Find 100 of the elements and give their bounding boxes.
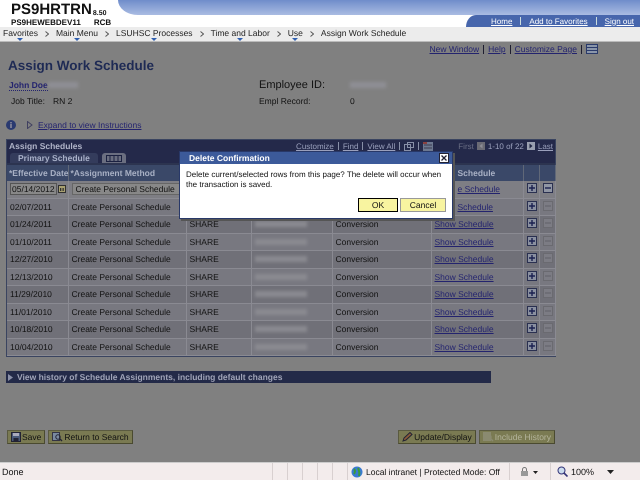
- table-cell: Create Personal Schedule: [72, 202, 171, 212]
- add-row-icon[interactable]: [526, 183, 536, 194]
- table-cell: Create Personal Schedule: [72, 272, 171, 282]
- date-input[interactable]: 05/14/2012: [10, 183, 57, 196]
- expand-arrow-icon: [8, 374, 13, 380]
- page-button[interactable]: Update/Display: [398, 430, 476, 444]
- zoom-icon: [557, 466, 568, 477]
- pencil-icon: [402, 432, 414, 442]
- grid-tab[interactable]: Primary Schedule: [10, 153, 98, 163]
- previous-icon[interactable]: [476, 142, 485, 150]
- table-cell: SHARE: [190, 324, 219, 334]
- user-id: RCB: [94, 18, 112, 27]
- expand-arrow-icon[interactable]: [27, 121, 33, 129]
- separator: [362, 142, 364, 150]
- grid-title: Assign Schedules: [9, 141, 82, 151]
- add-row-icon[interactable]: [526, 218, 536, 228]
- first-link[interactable]: First: [458, 142, 474, 150]
- search-icon: [52, 432, 64, 442]
- table-cell: Create Personal Schedule: [72, 236, 171, 247]
- security-zone: Local intranet | Protected Mode: Off: [366, 466, 500, 476]
- page-button[interactable]: Save: [7, 430, 46, 444]
- header-link[interactable]: Home: [491, 16, 512, 26]
- table-cell: Conversion: [336, 289, 378, 300]
- table-cell: Create Personal Schedule: [72, 289, 171, 300]
- new-window-icon[interactable]: [404, 142, 414, 150]
- server-name: PS9HEWEBDEV11: [11, 18, 81, 27]
- separator: [510, 44, 511, 54]
- next-icon[interactable]: [526, 142, 535, 150]
- table-cell: SHARE: [190, 289, 219, 300]
- page-button[interactable]: Return to Search: [48, 430, 133, 444]
- chevron-icon: [200, 31, 204, 37]
- grid-tool-link[interactable]: Customize: [296, 142, 334, 150]
- instructions-link[interactable]: Expand to view Instructions: [38, 120, 142, 130]
- dialog-button[interactable]: OK: [358, 198, 398, 212]
- table-cell: Conversion: [336, 306, 378, 317]
- column-header: *Effective Date: [7, 165, 68, 181]
- grid-tool-link[interactable]: Find: [342, 142, 358, 150]
- add-row-icon[interactable]: [526, 253, 536, 264]
- table-cell: Conversion: [336, 272, 378, 282]
- table-cell: 10/04/2010: [10, 342, 53, 352]
- breadcrumb-item[interactable]: Assign Work Schedule: [320, 28, 406, 40]
- table-cell: SHARE: [190, 272, 219, 282]
- show-all-columns-tab[interactable]: [102, 153, 126, 163]
- table-cell: Conversion: [336, 254, 378, 264]
- system-name: PS9HRTRN: [11, 2, 92, 18]
- table-cell: Create Personal Schedule: [72, 254, 171, 264]
- header-link[interactable]: Add to Favorites: [529, 16, 588, 26]
- lock-dropdown-icon[interactable]: [520, 466, 540, 476]
- download-icon[interactable]: [423, 142, 434, 150]
- delete-row-icon[interactable]: [542, 183, 552, 194]
- chevron-icon: [310, 31, 314, 37]
- add-row-icon[interactable]: [526, 306, 536, 316]
- field-value: RN 2: [53, 96, 72, 106]
- table-cell: Create Personal Schedule: [72, 306, 171, 317]
- table-cell: 10/18/2010: [10, 324, 53, 334]
- page-link[interactable]: Help: [488, 44, 506, 54]
- dialog-button[interactable]: Cancel: [400, 198, 446, 212]
- table-cell: Conversion: [336, 219, 378, 230]
- table-cell: Conversion: [336, 236, 378, 247]
- add-row-icon[interactable]: [526, 236, 536, 246]
- page-link[interactable]: New Window: [430, 44, 480, 54]
- table-cell: SHARE: [190, 306, 219, 317]
- page-link[interactable]: Customize Page: [514, 44, 577, 54]
- table-cell: 01/10/2011: [10, 236, 52, 247]
- table-cell: 01/24/2011: [10, 219, 52, 230]
- separator: [483, 44, 484, 54]
- field-label: Job Title:: [10, 96, 46, 106]
- zoom-control[interactable]: 100%: [550, 463, 614, 480]
- table-cell: Create Personal Schedule: [72, 219, 171, 230]
- history-bar[interactable]: View history of Schedule Assignments, including default changes: [6, 371, 491, 383]
- last-link[interactable]: Last: [538, 142, 553, 150]
- header-link[interactable]: Sign out: [604, 16, 634, 26]
- columns-icon: [106, 154, 122, 162]
- save-icon: [11, 432, 21, 442]
- field-value: 0: [350, 96, 355, 106]
- table-cell: SHARE: [190, 236, 219, 247]
- dialog-title: Delete Confirmation: [189, 153, 270, 163]
- add-row-icon[interactable]: [526, 323, 536, 334]
- globe-icon: [351, 466, 363, 478]
- table-cell: Conversion: [336, 342, 378, 352]
- page-title: Assign Work Schedule: [8, 58, 156, 73]
- close-icon[interactable]: [439, 153, 449, 163]
- calendar-icon[interactable]: [58, 185, 66, 194]
- table-cell: SHARE: [190, 342, 219, 352]
- table-cell: Create Personal Schedule: [72, 342, 171, 352]
- row-range: 1-10 of 22: [488, 142, 524, 150]
- table-cell: 11/29/2010: [10, 289, 52, 300]
- table-cell: 02/07/2011: [10, 202, 52, 212]
- status-text: Done: [1, 466, 25, 476]
- add-row-icon[interactable]: [526, 340, 536, 351]
- table-cell: 12/27/2010: [10, 254, 53, 264]
- separator: [338, 142, 339, 150]
- table-cell: 12/13/2010: [10, 272, 53, 282]
- grid-icon[interactable]: [586, 44, 598, 54]
- add-row-icon[interactable]: [526, 270, 536, 281]
- add-row-icon[interactable]: [526, 200, 536, 211]
- separator: [581, 44, 582, 54]
- grid-tool-link[interactable]: View All: [367, 142, 396, 150]
- add-row-icon[interactable]: [526, 288, 536, 298]
- table-cell: 11/01/2010: [10, 306, 52, 317]
